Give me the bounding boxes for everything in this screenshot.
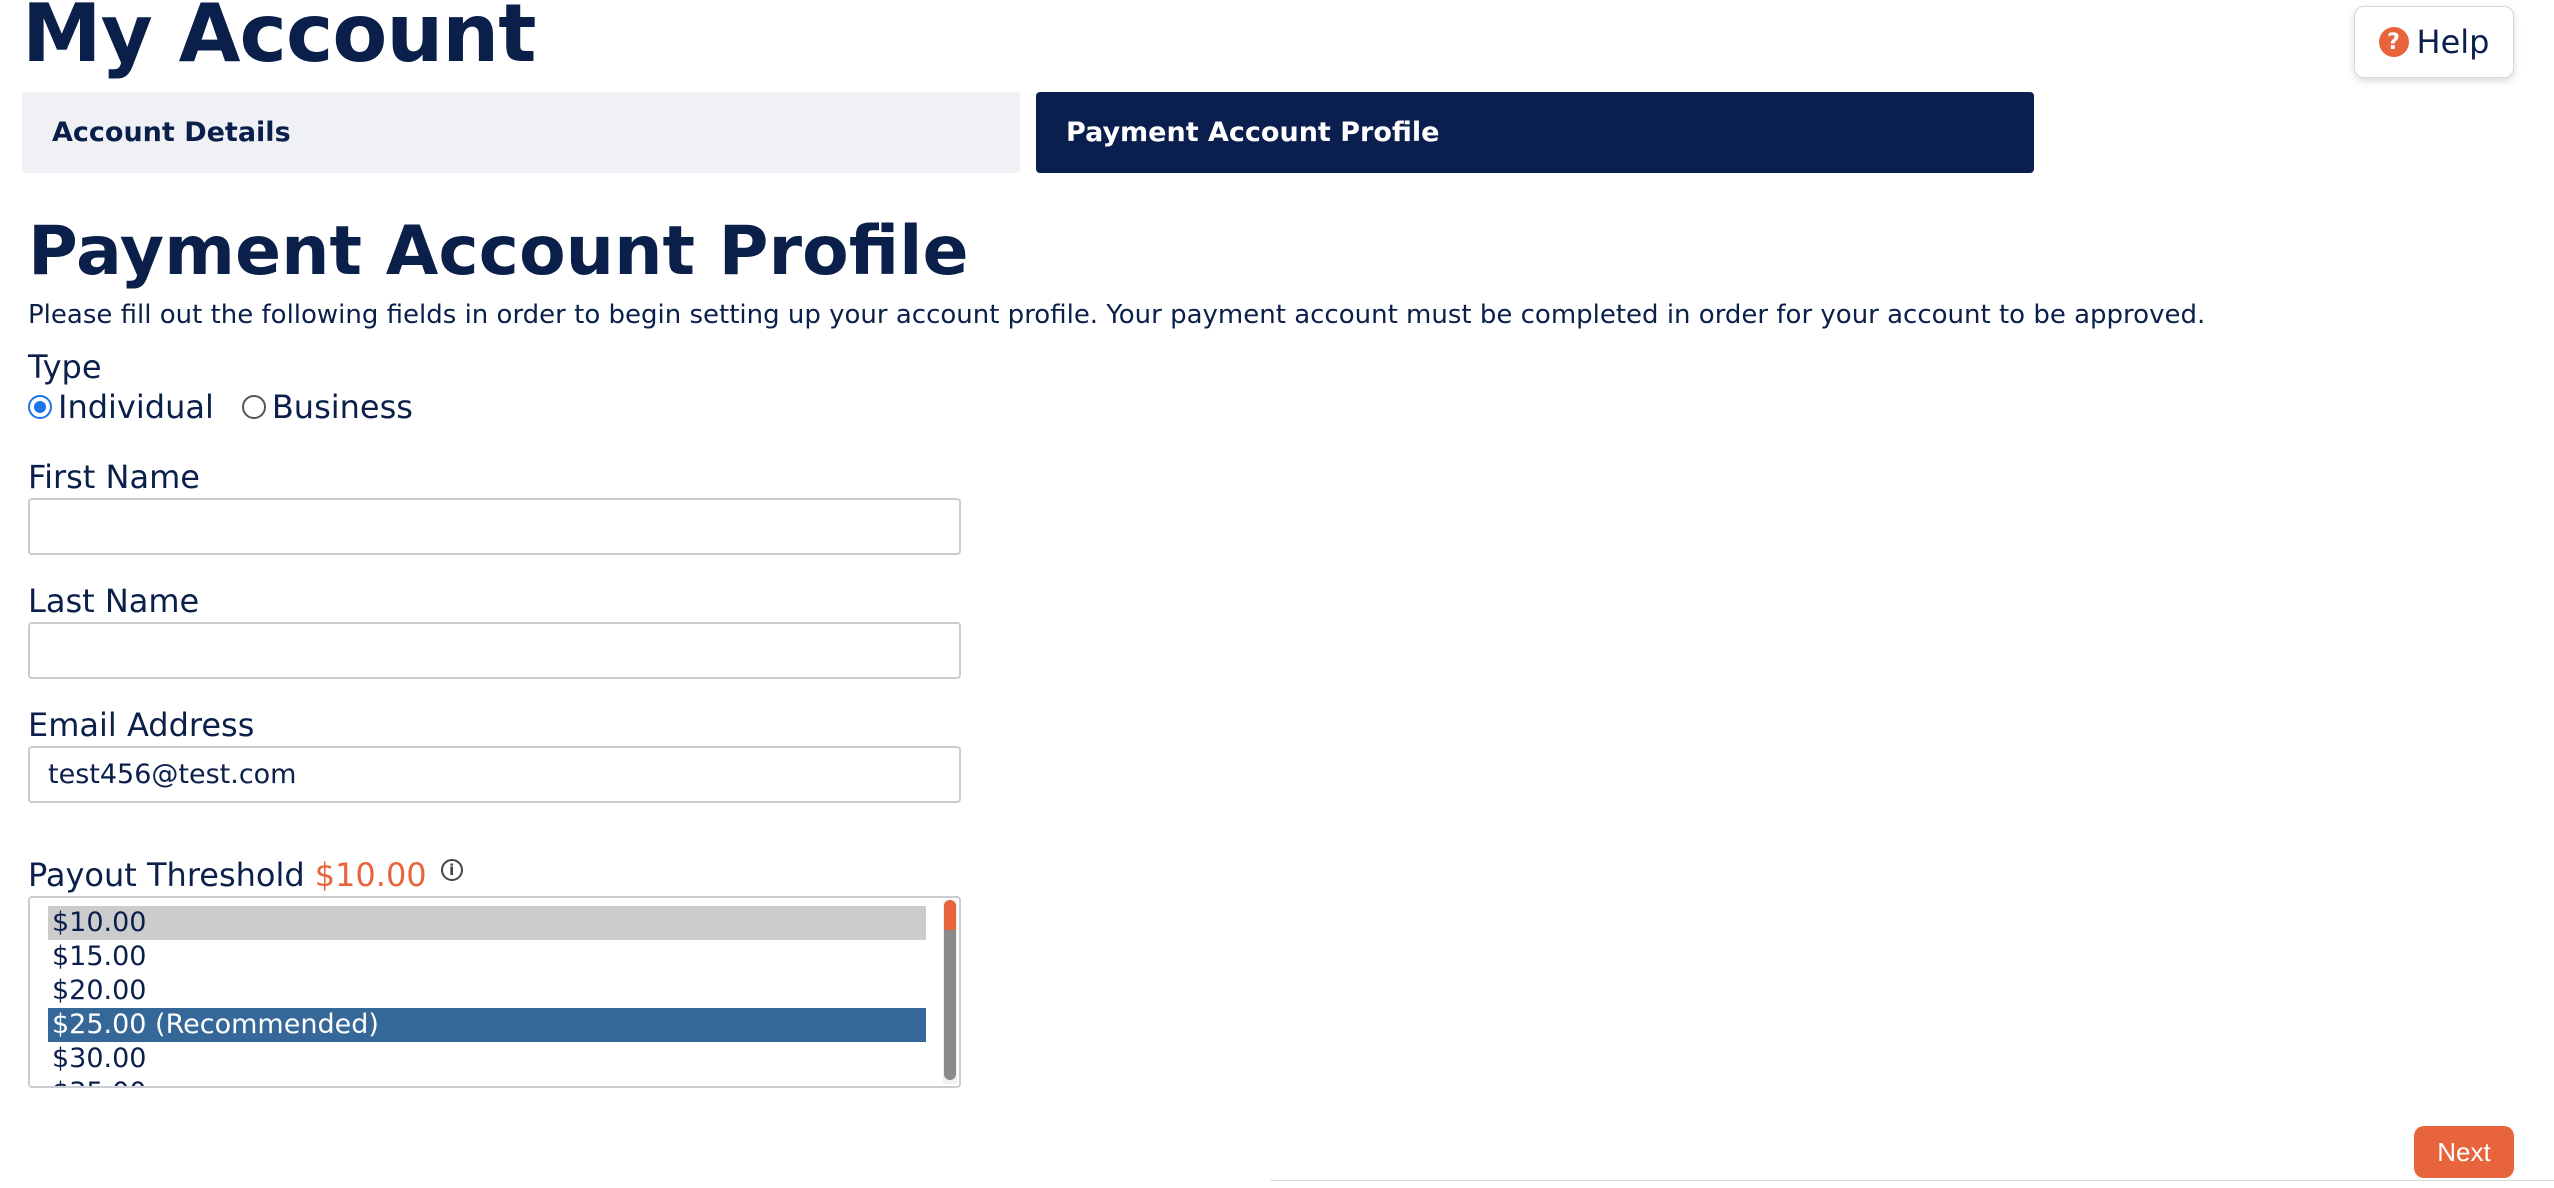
radio-label: Business <box>271 388 413 426</box>
email-field[interactable] <box>28 746 961 803</box>
payout-option[interactable]: $35.00 <box>48 1076 926 1086</box>
tab-label: Payment Account Profile <box>1066 117 1440 148</box>
scrollbar-thumb[interactable] <box>944 900 956 1080</box>
radio-label: Individual <box>58 388 214 426</box>
first-name-label: First Name <box>28 458 200 496</box>
payout-threshold-listbox[interactable]: $10.00 $15.00 $20.00 $25.00 (Recommended… <box>28 896 961 1088</box>
last-name-field[interactable] <box>28 622 961 679</box>
help-label: Help <box>2416 23 2490 61</box>
payout-option[interactable]: $10.00 <box>48 906 926 940</box>
email-label: Email Address <box>28 706 255 744</box>
tab-payment-account-profile[interactable]: Payment Account Profile <box>1036 92 2034 173</box>
payout-option[interactable]: $25.00 (Recommended) <box>48 1008 926 1042</box>
listbox-scrollbar[interactable] <box>943 900 957 1084</box>
payout-threshold-label: Payout Threshold $10.00 i <box>28 856 463 894</box>
business-radio[interactable] <box>241 395 266 419</box>
page-title: My Account <box>22 0 536 80</box>
payout-option[interactable]: $30.00 <box>48 1042 926 1076</box>
question-circle-icon: ? <box>2378 27 2409 57</box>
my-account-page: My Account ? Help Account Details Paymen… <box>0 0 2554 1188</box>
payout-option[interactable]: $20.00 <box>48 974 926 1008</box>
divider <box>1270 1180 2554 1181</box>
info-circle-icon[interactable]: i <box>440 859 463 881</box>
tab-label: Account Details <box>52 117 291 148</box>
individual-radio[interactable] <box>28 395 52 419</box>
last-name-label: Last Name <box>28 582 200 620</box>
type-radio-group: Individual Business <box>28 388 441 426</box>
help-button[interactable]: ? Help <box>2354 6 2514 78</box>
tab-account-details[interactable]: Account Details <box>22 92 1020 173</box>
scrollbar-thumb-accent <box>944 900 956 930</box>
payout-option[interactable]: $15.00 <box>48 940 926 974</box>
next-button[interactable]: Next <box>2414 1126 2514 1178</box>
first-name-field[interactable] <box>28 498 961 555</box>
payout-current-value: $10.00 <box>314 856 427 894</box>
radio-option-individual[interactable]: Individual <box>28 388 214 426</box>
intro-text: Please fill out the following fields in … <box>28 300 2206 330</box>
payout-label-text: Payout Threshold <box>28 856 305 894</box>
type-label: Type <box>28 348 102 386</box>
listbox-options: $10.00 $15.00 $20.00 $25.00 (Recommended… <box>48 906 926 1086</box>
radio-option-business[interactable]: Business <box>241 388 413 426</box>
section-title: Payment Account Profile <box>28 212 969 291</box>
